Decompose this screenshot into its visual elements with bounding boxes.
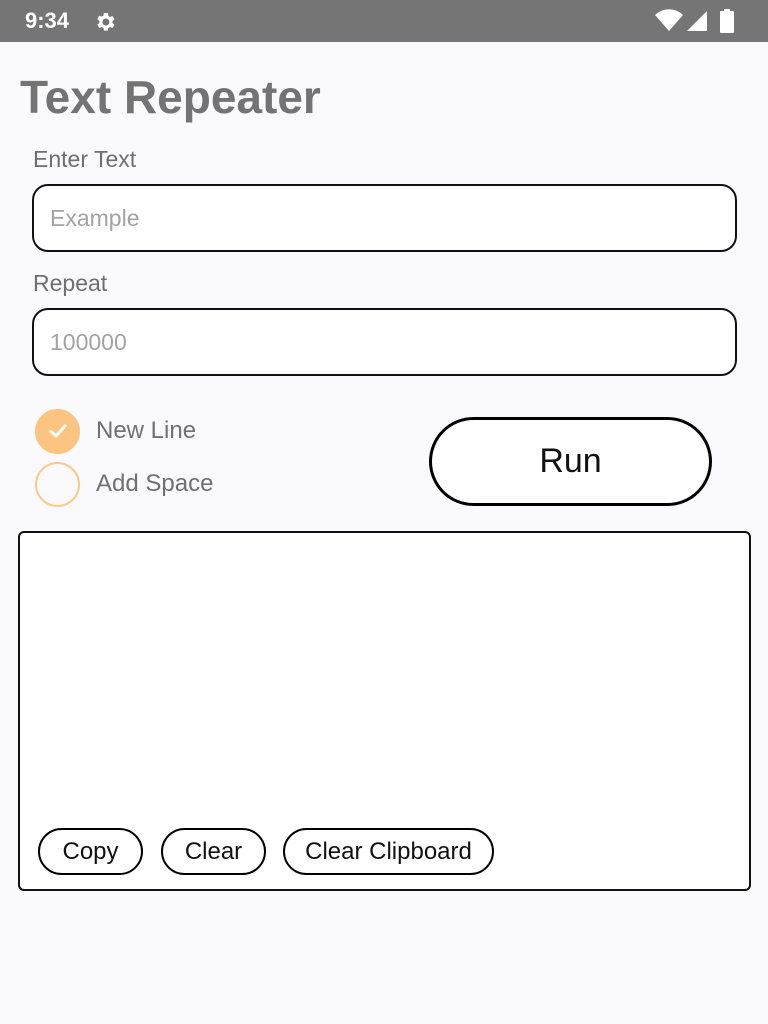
enter-text-field[interactable] — [32, 184, 737, 252]
wifi-icon — [655, 9, 683, 31]
add-space-checkbox[interactable] — [35, 461, 80, 507]
clear-button[interactable]: Clear — [161, 828, 266, 875]
gear-icon — [97, 13, 115, 31]
new-line-checkbox[interactable] — [35, 408, 80, 454]
add-space-option[interactable]: Add Space — [35, 461, 213, 507]
repeat-field[interactable] — [32, 308, 737, 376]
add-space-label: Add Space — [96, 470, 214, 497]
status-bar: 9:34 — [0, 0, 768, 42]
signal-icon — [687, 11, 707, 31]
repeat-input[interactable] — [34, 310, 735, 374]
output-area[interactable]: Copy Clear Clear Clipboard — [18, 531, 751, 891]
repeat-label: Repeat — [33, 270, 108, 296]
new-line-option[interactable]: New Line — [35, 408, 196, 454]
page-title: Text Repeater — [20, 71, 321, 123]
enter-text-input[interactable] — [34, 186, 735, 250]
new-line-label: New Line — [96, 417, 197, 444]
status-time: 9:34 — [25, 8, 70, 33]
clear-clipboard-button[interactable]: Clear Clipboard — [283, 828, 494, 875]
copy-button[interactable]: Copy — [38, 828, 143, 875]
checkmark-icon — [49, 424, 66, 438]
status-icons — [654, 9, 744, 33]
battery-icon — [720, 9, 734, 33]
enter-text-label: Enter Text — [33, 146, 137, 172]
run-button[interactable]: Run — [429, 417, 712, 506]
